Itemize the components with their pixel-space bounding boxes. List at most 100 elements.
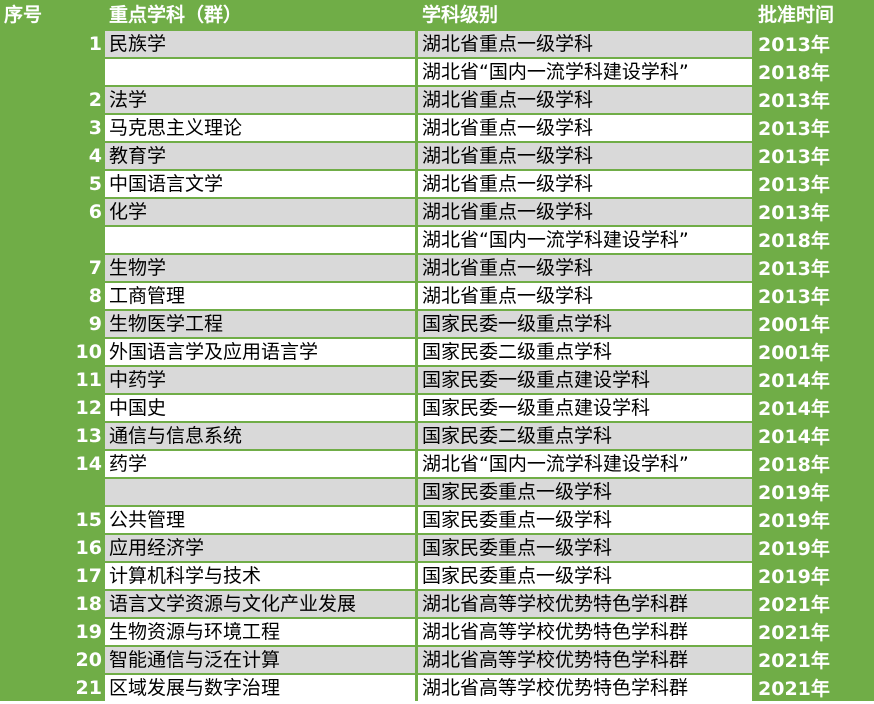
cell-name[interactable]: 外国语言学及应用语言学 <box>105 339 415 365</box>
cell-level[interactable]: 湖北省高等学校优势特色学科群 <box>418 619 752 645</box>
cell-name[interactable]: 生物医学工程 <box>105 311 415 337</box>
cell-time[interactable]: 2014年 <box>755 366 874 394</box>
cell-time[interactable]: 2018年 <box>755 58 874 86</box>
cell-time[interactable]: 2013年 <box>755 282 874 310</box>
cell-name[interactable]: 药学 <box>105 451 415 477</box>
cell-level[interactable]: 湖北省重点一级学科 <box>418 171 752 197</box>
cell-time[interactable]: 2014年 <box>755 422 874 450</box>
cell-level[interactable]: 湖北省重点一级学科 <box>418 199 752 225</box>
cell-time[interactable]: 2021年 <box>755 590 874 618</box>
cell-level[interactable]: 国家民委重点一级学科 <box>418 479 752 505</box>
cell-time[interactable]: 2001年 <box>755 310 874 338</box>
cell-name[interactable] <box>105 227 415 253</box>
cell-seq[interactable]: 4 <box>0 142 102 170</box>
cell-seq[interactable]: 17 <box>0 562 102 590</box>
cell-name[interactable]: 通信与信息系统 <box>105 423 415 449</box>
cell-seq[interactable] <box>0 478 102 506</box>
cell-level[interactable]: 国家民委重点一级学科 <box>418 535 752 561</box>
cell-seq[interactable]: 3 <box>0 114 102 142</box>
cell-seq[interactable]: 6 <box>0 198 102 226</box>
cell-level[interactable]: 湖北省重点一级学科 <box>418 31 752 57</box>
cell-seq[interactable]: 15 <box>0 506 102 534</box>
cell-seq[interactable]: 11 <box>0 366 102 394</box>
cell-name[interactable]: 工商管理 <box>105 283 415 309</box>
cell-level[interactable]: 湖北省“国内一流学科建设学科” <box>418 227 752 253</box>
cell-name[interactable]: 教育学 <box>105 143 415 169</box>
cell-seq[interactable]: 13 <box>0 422 102 450</box>
cell-time[interactable]: 2019年 <box>755 478 874 506</box>
cell-name[interactable]: 智能通信与泛在计算 <box>105 647 415 673</box>
cell-seq[interactable]: 18 <box>0 590 102 618</box>
cell-time[interactable]: 2018年 <box>755 226 874 254</box>
cell-name[interactable] <box>105 479 415 505</box>
cell-name[interactable]: 生物学 <box>105 255 415 281</box>
cell-level[interactable]: 国家民委二级重点学科 <box>418 423 752 449</box>
cell-name[interactable]: 计算机科学与技术 <box>105 563 415 589</box>
cell-name[interactable]: 马克思主义理论 <box>105 115 415 141</box>
cell-name[interactable]: 化学 <box>105 199 415 225</box>
cell-level[interactable]: 湖北省重点一级学科 <box>418 255 752 281</box>
cell-seq[interactable]: 9 <box>0 310 102 338</box>
cell-seq[interactable]: 7 <box>0 254 102 282</box>
header-time[interactable]: 批准时间 <box>758 0 834 30</box>
cell-name[interactable]: 应用经济学 <box>105 535 415 561</box>
cell-seq[interactable]: 14 <box>0 450 102 478</box>
cell-level[interactable]: 湖北省重点一级学科 <box>418 283 752 309</box>
cell-level[interactable]: 国家民委二级重点学科 <box>418 339 752 365</box>
cell-seq[interactable]: 10 <box>0 338 102 366</box>
cell-time[interactable]: 2019年 <box>755 562 874 590</box>
cell-name[interactable]: 生物资源与环境工程 <box>105 619 415 645</box>
cell-level[interactable]: 湖北省高等学校优势特色学科群 <box>418 647 752 673</box>
cell-time[interactable]: 2013年 <box>755 86 874 114</box>
header-name[interactable]: 重点学科（群） <box>109 0 242 30</box>
cell-time[interactable]: 2001年 <box>755 338 874 366</box>
cell-seq[interactable]: 20 <box>0 646 102 674</box>
cell-time[interactable]: 2013年 <box>755 114 874 142</box>
cell-time[interactable]: 2013年 <box>755 30 874 58</box>
cell-name[interactable] <box>105 59 415 85</box>
cell-seq[interactable]: 19 <box>0 618 102 646</box>
cell-name[interactable]: 法学 <box>105 87 415 113</box>
cell-time[interactable]: 2013年 <box>755 198 874 226</box>
cell-level[interactable]: 国家民委一级重点建设学科 <box>418 367 752 393</box>
cell-time[interactable]: 2014年 <box>755 394 874 422</box>
header-seq[interactable]: 序号 <box>4 0 42 30</box>
cell-time[interactable]: 2019年 <box>755 534 874 562</box>
cell-seq[interactable] <box>0 58 102 86</box>
cell-seq[interactable]: 12 <box>0 394 102 422</box>
cell-name[interactable]: 中国语言文学 <box>105 171 415 197</box>
cell-time[interactable]: 2013年 <box>755 254 874 282</box>
cell-level[interactable]: 湖北省“国内一流学科建设学科” <box>418 59 752 85</box>
cell-seq[interactable]: 16 <box>0 534 102 562</box>
cell-seq[interactable] <box>0 226 102 254</box>
cell-name[interactable]: 中药学 <box>105 367 415 393</box>
cell-time[interactable]: 2021年 <box>755 646 874 674</box>
cell-seq[interactable]: 21 <box>0 674 102 702</box>
cell-seq[interactable]: 5 <box>0 170 102 198</box>
cell-level[interactable]: 国家民委重点一级学科 <box>418 563 752 589</box>
cell-time[interactable]: 2021年 <box>755 674 874 702</box>
cell-level[interactable]: 国家民委一级重点建设学科 <box>418 395 752 421</box>
cell-level[interactable]: 湖北省重点一级学科 <box>418 115 752 141</box>
cell-level[interactable]: 湖北省高等学校优势特色学科群 <box>418 675 752 701</box>
cell-time[interactable]: 2021年 <box>755 618 874 646</box>
cell-level[interactable]: 湖北省高等学校优势特色学科群 <box>418 591 752 617</box>
cell-level[interactable]: 国家民委重点一级学科 <box>418 507 752 533</box>
header-level[interactable]: 学科级别 <box>422 0 498 30</box>
cell-level[interactable]: 湖北省重点一级学科 <box>418 87 752 113</box>
cell-name[interactable]: 语言文学资源与文化产业发展 <box>105 591 415 617</box>
cell-level[interactable]: 国家民委一级重点学科 <box>418 311 752 337</box>
cell-time[interactable]: 2019年 <box>755 506 874 534</box>
cell-level[interactable]: 湖北省重点一级学科 <box>418 143 752 169</box>
cell-seq[interactable]: 2 <box>0 86 102 114</box>
cell-level[interactable]: 湖北省“国内一流学科建设学科” <box>418 451 752 477</box>
cell-seq[interactable]: 1 <box>0 30 102 58</box>
cell-time[interactable]: 2013年 <box>755 170 874 198</box>
cell-name[interactable]: 中国史 <box>105 395 415 421</box>
cell-name[interactable]: 区域发展与数字治理 <box>105 675 415 701</box>
cell-seq[interactable]: 8 <box>0 282 102 310</box>
cell-time[interactable]: 2018年 <box>755 450 874 478</box>
cell-name[interactable]: 公共管理 <box>105 507 415 533</box>
cell-time[interactable]: 2013年 <box>755 142 874 170</box>
cell-name[interactable]: 民族学 <box>105 31 415 57</box>
